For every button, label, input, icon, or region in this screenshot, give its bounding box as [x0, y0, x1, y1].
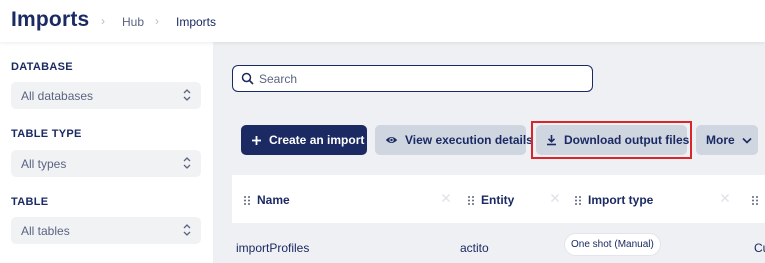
more-label: More: [706, 133, 735, 147]
close-icon[interactable]: [550, 193, 560, 203]
column-header-entity[interactable]: Entity: [467, 193, 514, 207]
highlight-box: [531, 121, 692, 159]
drag-handle-icon[interactable]: [574, 195, 582, 206]
breadcrumb-current: Imports: [176, 15, 217, 29]
search-box[interactable]: [232, 65, 593, 92]
column-header-name[interactable]: Name: [243, 193, 290, 207]
table-row[interactable]: importProfiles actito One shot (Manual) …: [232, 231, 765, 263]
cell-truncated: Cust: [754, 241, 765, 255]
column-label: Entity: [481, 193, 515, 207]
view-execution-details-label: View execution details: [405, 133, 533, 147]
create-import-label: Create an import: [269, 133, 365, 147]
filter-sidebar: DATABASE All databases TABLE TYPE All ty…: [0, 42, 213, 263]
chevron-up-down-icon: [183, 89, 191, 101]
close-icon[interactable]: [441, 193, 451, 203]
database-select[interactable]: All databases: [11, 82, 201, 109]
column-header-import-type[interactable]: Import type: [574, 193, 653, 207]
page-title: Imports: [11, 8, 90, 31]
table-header: Name Entity Import type: [232, 175, 765, 223]
drag-handle-icon[interactable]: [467, 195, 475, 206]
cell-entity: actito: [460, 241, 489, 255]
chevron-up-down-icon: [183, 157, 191, 169]
chevron-up-down-icon: [183, 224, 191, 236]
drag-handle-icon[interactable]: [243, 195, 251, 206]
filter-label-database: DATABASE: [11, 61, 73, 73]
table-type-select[interactable]: All types: [11, 150, 201, 177]
column-label: Import type: [588, 193, 654, 207]
column-label: Name: [257, 193, 290, 207]
select-value: All types: [21, 157, 67, 171]
eye-icon: [385, 137, 398, 143]
filter-label-table: TABLE: [11, 196, 49, 208]
view-execution-details-button[interactable]: View execution details: [375, 125, 533, 155]
chevron-down-icon: [742, 137, 752, 144]
import-type-badge: One shot (Manual): [565, 234, 660, 255]
plus-icon: [252, 135, 261, 145]
filter-label-table-type: TABLE TYPE: [11, 128, 82, 140]
main-content: Create an import View execution details …: [213, 42, 765, 263]
search-icon: [241, 72, 254, 85]
close-icon[interactable]: [720, 193, 730, 203]
table-select[interactable]: All tables: [11, 217, 201, 244]
select-value: All databases: [21, 89, 94, 103]
page-header: Imports › Hub › Imports: [0, 0, 765, 42]
drag-handle-icon[interactable]: [751, 195, 759, 206]
more-button[interactable]: More: [696, 125, 758, 155]
chevron-right-icon: ›: [155, 14, 159, 28]
select-value: All tables: [21, 224, 70, 238]
search-input[interactable]: [259, 69, 579, 88]
chevron-right-icon: ›: [101, 14, 105, 28]
breadcrumb-hub[interactable]: Hub: [122, 15, 144, 29]
create-import-button[interactable]: Create an import: [241, 125, 367, 155]
cell-name: importProfiles: [236, 241, 310, 255]
